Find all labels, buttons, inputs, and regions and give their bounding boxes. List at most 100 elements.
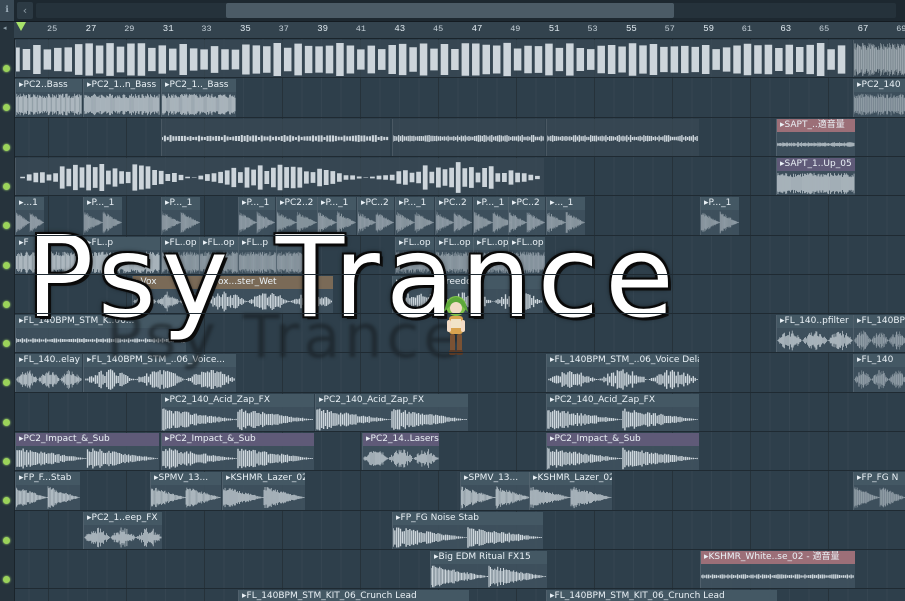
audio-clip[interactable]: ▸FL_140BPM_STM_KIT_06_Crunch Lead bbox=[238, 590, 469, 601]
pattern-clip[interactable] bbox=[161, 118, 390, 157]
clip-name: ▸P..._1 bbox=[318, 197, 356, 211]
clip-waveform bbox=[854, 486, 905, 509]
track-mute-lamp[interactable] bbox=[3, 458, 10, 465]
audio-clip[interactable]: ▸FP_FG Noise Stab bbox=[392, 511, 543, 550]
audio-clip[interactable]: ▸KSHMR_Lazer_02 bbox=[222, 472, 305, 511]
audio-clip[interactable]: ▸PC2_140_Acid_Zap_FX bbox=[161, 393, 314, 432]
clip-name: ▸PC2_140 bbox=[854, 79, 905, 93]
scroll-thumb[interactable] bbox=[226, 3, 674, 18]
bar-number: 45 bbox=[433, 24, 444, 34]
clip-name: ▸P..._1 bbox=[396, 197, 434, 211]
clip-name: ▸PC2_140_Acid_Zap_FX bbox=[547, 393, 699, 407]
clip-waveform bbox=[854, 42, 905, 77]
audio-clip[interactable]: ▸SPMV_13... bbox=[150, 472, 221, 511]
clip-waveform bbox=[162, 447, 314, 470]
video-title: Psy Trance bbox=[26, 213, 680, 343]
clip-name: ▸PC..2 bbox=[509, 197, 545, 211]
bar-number: 49 bbox=[510, 24, 521, 34]
audio-clip[interactable]: ▸KSHMR_White..se_02 - 適音量 bbox=[700, 550, 855, 589]
pattern-clip[interactable] bbox=[392, 118, 545, 157]
track-mute-lamp[interactable] bbox=[3, 536, 10, 544]
audio-clip[interactable]: ▸PC2_Impact_&_Sub bbox=[161, 433, 314, 471]
bar-number: 69 bbox=[896, 24, 905, 34]
scroll-left-button[interactable]: ‹ bbox=[17, 2, 33, 19]
clip-waveform bbox=[162, 408, 314, 431]
bar-number: 55 bbox=[626, 24, 637, 34]
snap-icon[interactable]: ◂ bbox=[3, 24, 7, 32]
bar-number: 65 bbox=[819, 24, 830, 34]
clip-waveform bbox=[854, 93, 905, 116]
clip-name: ▸FL_140BPM_STM_KIT_06_Crunch Lead bbox=[547, 590, 777, 601]
track-mute-lamp[interactable] bbox=[3, 418, 10, 426]
scroll-track[interactable] bbox=[36, 3, 896, 18]
clip-waveform bbox=[316, 408, 468, 431]
audio-clip[interactable]: ▸FL_140BPM_STM_..06_Voice Delay bbox=[546, 354, 699, 393]
track-mute-lamp[interactable] bbox=[3, 340, 10, 348]
track-divider bbox=[15, 548, 905, 550]
clip-waveform bbox=[461, 486, 531, 509]
pattern-clip[interactable] bbox=[15, 157, 544, 196]
pattern-clip[interactable] bbox=[546, 118, 699, 157]
clip-waveform bbox=[777, 172, 855, 195]
audio-clip[interactable]: ▸PC2..Bass bbox=[15, 79, 82, 118]
track-mute-lamp[interactable] bbox=[3, 104, 10, 112]
audio-clip[interactable]: ▸SAPT_1..Up_05 bbox=[776, 157, 855, 196]
audio-clip[interactable]: ▸PC2_1..eep_FX bbox=[83, 511, 162, 550]
audio-clip[interactable]: ▸FP_FG N bbox=[853, 472, 905, 511]
track-header-column: ◂ bbox=[0, 22, 15, 601]
audio-clip[interactable]: ▸FL_140BPM_STM_KIT_06_Crunch Lead bbox=[546, 590, 777, 601]
audio-clip[interactable]: ▸FL_140..elay bbox=[15, 354, 82, 393]
track-mute-lamp[interactable] bbox=[3, 182, 10, 190]
audio-clip[interactable]: ▸PC2_1..n_Bass bbox=[83, 79, 160, 118]
track-mute-lamp[interactable] bbox=[3, 575, 10, 583]
bar-number: 57 bbox=[664, 24, 675, 34]
bar-number: 61 bbox=[741, 24, 752, 34]
clip-name: ▸PC2_140_Acid_Zap_FX bbox=[162, 393, 314, 407]
audio-clip[interactable]: ▸SPMV_13... bbox=[460, 472, 531, 511]
audio-clip[interactable]: ▸PC2_140_Acid_Zap_FX bbox=[315, 393, 468, 432]
audio-clip[interactable]: ▸SAPT_..適音量 bbox=[776, 118, 855, 157]
bar-number: 29 bbox=[124, 24, 135, 34]
bar-number: 47 bbox=[471, 24, 483, 34]
pattern-clip[interactable] bbox=[15, 40, 852, 78]
clip-name: ▸KSHMR_Lazer_02 bbox=[223, 472, 305, 486]
track-divider bbox=[15, 273, 905, 275]
clip-waveform bbox=[547, 121, 699, 156]
audio-clip[interactable]: ▸FP_F...Stab bbox=[15, 472, 80, 511]
playlist-menu-button[interactable]: ℹ bbox=[0, 0, 14, 21]
audio-clip[interactable]: ▸Big EDM Ritual FX15 bbox=[430, 550, 547, 589]
clip-name: ▸PC2..Bass bbox=[16, 79, 82, 93]
audio-clip[interactable]: ▸PC2_1.._Bass bbox=[161, 79, 236, 118]
track-mute-lamp[interactable] bbox=[3, 261, 10, 269]
audio-clip[interactable]: ▸PC2_140_Acid_Zap_FX bbox=[546, 393, 699, 432]
track-mute-lamp[interactable] bbox=[3, 300, 10, 308]
track-mute-lamp[interactable] bbox=[3, 143, 10, 151]
audio-clip[interactable]: ▸PC2_Impact_&_Sub bbox=[546, 433, 699, 471]
audio-clip[interactable]: ▸KSHMR_Lazer_02 bbox=[529, 472, 612, 511]
clip-name: ▸PC2_14..Lasers bbox=[363, 433, 439, 446]
clip-name: ▸FL_140 bbox=[854, 354, 905, 368]
bar-number: 67 bbox=[857, 24, 869, 34]
clip-name: ▸PC2_140_Acid_Zap_FX bbox=[316, 393, 468, 407]
clip-waveform bbox=[431, 565, 547, 588]
playhead-marker[interactable] bbox=[16, 22, 26, 31]
track-mute-lamp[interactable] bbox=[3, 379, 10, 387]
track-mute-lamp[interactable] bbox=[3, 65, 10, 72]
clip-waveform bbox=[777, 133, 855, 156]
audio-clip[interactable]: ▸FL_140 bbox=[853, 354, 905, 393]
clip-name: ▸PC2_1.._Bass bbox=[162, 79, 236, 93]
audio-clip[interactable]: ▸FL_140BP bbox=[853, 315, 905, 354]
pattern-clip[interactable] bbox=[853, 40, 905, 78]
clip-name: ▸PC2..2 bbox=[277, 197, 317, 211]
clip-waveform bbox=[701, 565, 855, 588]
timeline-ruler[interactable]: 25 27 29 31 33 35 37 39 41 43 45 47 49 51 53 55 57 59 61 63… bbox=[14, 22, 905, 39]
clip-name: ▸PC..2 bbox=[436, 197, 472, 211]
track-mute-lamp[interactable] bbox=[3, 497, 10, 505]
audio-clip[interactable]: ▸PC2_140 bbox=[853, 79, 905, 118]
track-mute-lamp[interactable] bbox=[3, 222, 10, 230]
clip-name: ▸P..._1 bbox=[474, 197, 512, 211]
horizontal-scrollbar[interactable]: ℹ ‹ bbox=[0, 0, 905, 22]
audio-clip[interactable]: ▸PC2_Impact_&_Sub bbox=[15, 433, 159, 471]
audio-clip[interactable]: ▸PC2_14..Lasers bbox=[362, 433, 439, 471]
bar-number: 25 bbox=[47, 24, 58, 34]
